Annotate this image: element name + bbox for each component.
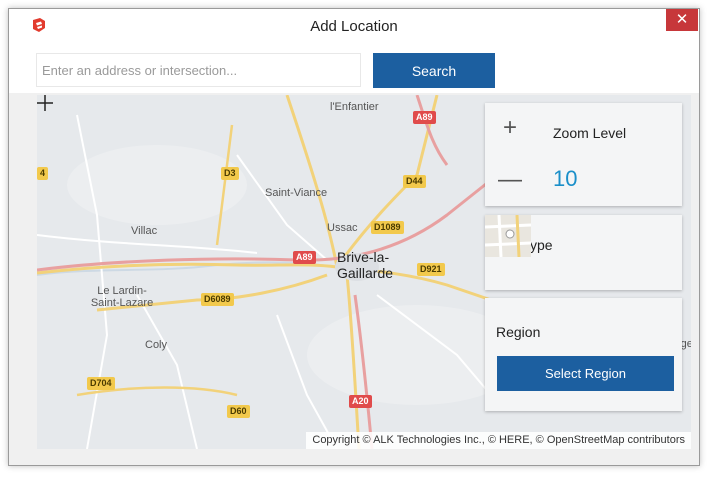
map-view[interactable]: l'Enfantier Saint-Viance Ussac Villac Br… <box>37 95 691 449</box>
crosshair-icon <box>37 95 53 111</box>
plus-icon[interactable]: + <box>503 114 517 141</box>
road-shield-d1089: D1089 <box>371 221 404 234</box>
road-shield-d60: D60 <box>227 405 250 418</box>
road-shield-d704: D704 <box>87 377 115 390</box>
dialog-title: Add Location <box>310 18 398 35</box>
map-label-ussac: Ussac <box>327 222 358 234</box>
zoom-in-button[interactable]: + <box>485 103 535 153</box>
road-shield-a89-west: A89 <box>293 251 316 264</box>
road-shield-edge: 4 <box>37 167 49 180</box>
road-shield-d3: D3 <box>221 167 239 180</box>
title-bar: Add Location ✕ <box>9 9 699 43</box>
map-label-coly: Coly <box>145 339 168 351</box>
select-region-button[interactable]: Select Region <box>497 356 674 391</box>
minus-icon[interactable]: — <box>498 166 522 193</box>
zoom-level-value: 10 <box>553 166 578 191</box>
map-label-enfantier: l'Enfantier <box>330 101 379 113</box>
zoom-level-label: Zoom Level <box>553 125 627 141</box>
map-copyright: Copyright © ALK Technologies Inc., © HER… <box>306 432 691 449</box>
road-shield-d6089: D6089 <box>201 293 234 306</box>
close-icon[interactable]: ✕ <box>676 11 689 28</box>
map-type-thumbnail-icon[interactable] <box>485 215 531 257</box>
map-label-saint-viance: Saint-Viance <box>265 187 328 199</box>
road-shield-a20: A20 <box>349 395 372 408</box>
address-search-input[interactable] <box>36 53 361 87</box>
road-shield-a89-north: A89 <box>413 111 436 124</box>
zoom-out-button[interactable]: — <box>485 155 535 205</box>
map-type-panel[interactable]: Map type <box>485 215 682 290</box>
search-button[interactable]: Search <box>373 53 495 88</box>
region-label: Region <box>496 324 541 340</box>
map-label-villac: Villac <box>131 225 158 237</box>
region-panel: Region Select Region <box>485 298 682 411</box>
close-button[interactable]: ✕ <box>666 9 698 31</box>
map-label-brive: Brive-la-Gaillarde <box>337 249 394 281</box>
map-label-le-lardin: Le Lardin-Saint-Lazare <box>90 285 154 309</box>
add-location-dialog: Add Location ✕ Search <box>8 8 700 466</box>
road-shield-d921: D921 <box>417 263 445 276</box>
road-shield-d44: D44 <box>403 175 426 188</box>
zoom-panel: + — Zoom Level 10 <box>485 103 682 206</box>
